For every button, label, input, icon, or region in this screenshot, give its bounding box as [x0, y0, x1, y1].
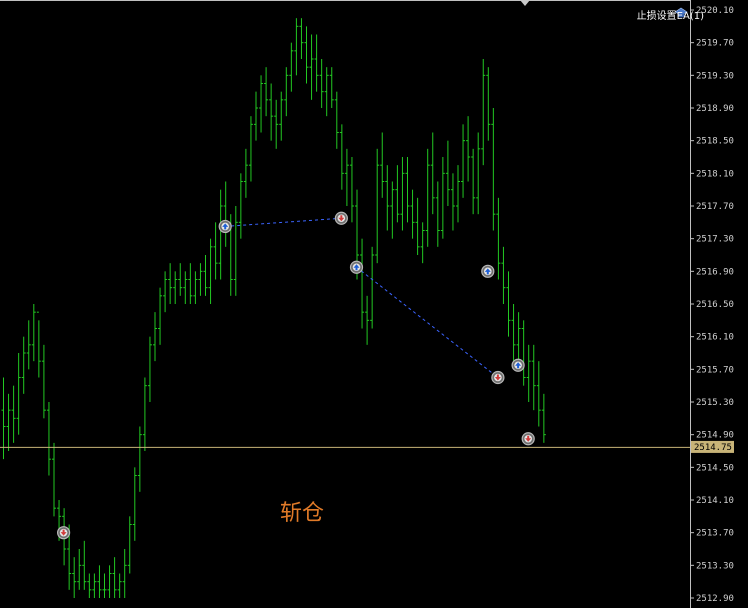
- price-chart[interactable]: 2520.102519.702519.302518.902518.502518.…: [0, 0, 748, 608]
- sell-arrow-icon[interactable]: [521, 432, 535, 446]
- current-price-label: 2514.75: [694, 443, 732, 453]
- expert-advisor-label[interactable]: 止损设置EA(1): [637, 7, 704, 22]
- close-position-text: 斩仓: [280, 501, 325, 526]
- sell-arrow-icon[interactable]: [334, 211, 348, 225]
- chart-window[interactable]: 2520.10 2519.70 2519.30 2518.90 2518.50 2518.…: [0, 0, 748, 608]
- price-tick-label: 2519.70: [696, 39, 734, 49]
- price-tick-label: 2516.10: [696, 333, 734, 343]
- price-tick-label: 2513.70: [696, 529, 734, 539]
- trade-link-line: [356, 266, 499, 378]
- chart-shift-marker[interactable]: [520, 0, 530, 6]
- buy-arrow-icon[interactable]: [481, 264, 495, 278]
- price-tick-label: 2517.30: [696, 235, 734, 245]
- price-tick-label: 2518.90: [696, 104, 734, 114]
- trade-link-line: [225, 217, 342, 227]
- price-tick-label: 2518.10: [696, 169, 734, 179]
- price-tick-label: 2512.90: [696, 594, 734, 604]
- sell-arrow-icon[interactable]: [56, 526, 71, 540]
- buy-arrow-icon[interactable]: [349, 260, 364, 274]
- price-tick-label: 2514.50: [696, 463, 734, 473]
- price-tick-label: 2519.30: [696, 71, 734, 81]
- buy-arrow-icon[interactable]: [511, 358, 525, 372]
- price-tick-label: 2513.30: [696, 561, 734, 571]
- price-tick-label: 2514.10: [696, 496, 734, 506]
- price-tick-label: 2515.30: [696, 398, 734, 408]
- price-tick-label: 2517.70: [696, 202, 734, 212]
- sell-arrow-icon[interactable]: [491, 370, 505, 385]
- price-tick-label: 2515.70: [696, 365, 734, 375]
- buy-arrow-icon[interactable]: [218, 219, 232, 234]
- price-tick-label: 2516.90: [696, 267, 734, 277]
- price-tick-label: 2516.50: [696, 300, 734, 310]
- price-tick-label: 2514.90: [696, 431, 734, 441]
- price-tick-label: 2518.50: [696, 137, 734, 147]
